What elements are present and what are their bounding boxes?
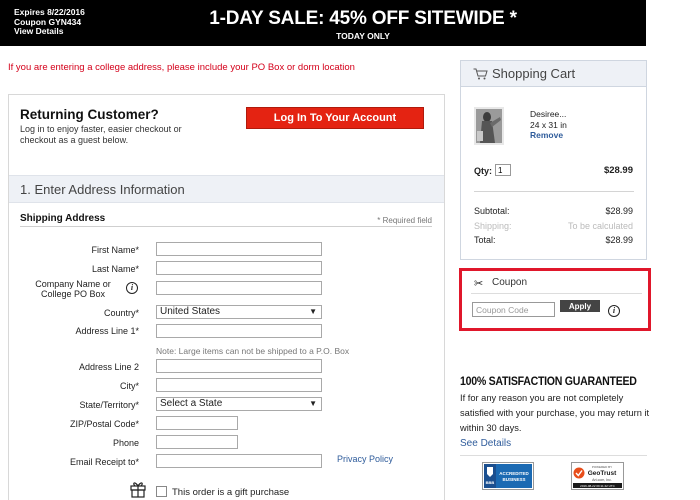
- cart-item-price: $28.99: [603, 165, 633, 176]
- address-line1-input[interactable]: [156, 324, 322, 338]
- guarantee-text: If for any reason you are not completely…: [460, 393, 650, 433]
- city-input[interactable]: [156, 378, 322, 392]
- shopping-cart-title: Shopping Cart: [492, 66, 576, 81]
- subtotal-label: Subtotal:: [474, 206, 510, 216]
- gift-checkbox[interactable]: [156, 486, 167, 497]
- college-address-note: If you are entering a college address, p…: [8, 62, 355, 73]
- country-label: Country*: [103, 308, 139, 318]
- chevron-down-icon: ▼: [309, 307, 317, 316]
- product-thumbnail[interactable]: [474, 107, 504, 145]
- geotrust-badge[interactable]: POWERED BY GeoTrust Art.com, Inc. 2016-0…: [571, 462, 624, 490]
- sale-subtitle: TODAY ONLY: [336, 31, 390, 41]
- last-name-label: Last Name*: [91, 264, 139, 274]
- state-selected-value: Select a State: [160, 398, 223, 409]
- address-section-header: 1. Enter Address Information: [9, 175, 444, 203]
- see-details-link[interactable]: See Details: [460, 438, 511, 449]
- cart-icon: [473, 68, 488, 80]
- remove-item-link[interactable]: Remove: [530, 130, 563, 140]
- info-icon[interactable]: i: [608, 305, 620, 317]
- address-section-title: 1. Enter Address Information: [20, 182, 185, 197]
- shipping-label: Shipping:: [474, 221, 512, 231]
- shopping-cart-header: Shopping Cart: [461, 61, 646, 87]
- returning-customer: Returning Customer? Log in to enjoy fast…: [20, 107, 190, 145]
- country-select[interactable]: United States ▼: [156, 305, 322, 319]
- state-select[interactable]: Select a State ▼: [156, 397, 322, 411]
- coupon-panel: ✂ Coupon Apply i: [459, 268, 651, 331]
- sale-title: 1-DAY SALE: 45% OFF SITEWIDE *: [209, 8, 517, 29]
- company-input[interactable]: [156, 281, 322, 295]
- login-button[interactable]: Log In To Your Account: [246, 107, 424, 129]
- bbb-line2: BUSINESS: [502, 477, 525, 482]
- zip-label: ZIP/Postal Code*: [69, 419, 139, 429]
- email-label: Email Receipt to*: [69, 457, 139, 467]
- shipping-address-heading: Shipping Address: [20, 213, 106, 224]
- returning-customer-title: Returning Customer?: [20, 107, 159, 122]
- returning-customer-text: Log in to enjoy faster, easier checkout …: [20, 124, 182, 145]
- quantity-label: Qty:: [474, 166, 492, 176]
- chevron-down-icon: ▼: [309, 399, 317, 408]
- first-name-input[interactable]: [156, 242, 322, 256]
- checkout-form-panel: Returning Customer? Log in to enjoy fast…: [8, 94, 445, 500]
- coupon-code-input[interactable]: [472, 302, 555, 317]
- address-line1-label: Address Line 1*: [75, 326, 139, 336]
- geotrust-site: Art.com, Inc.: [592, 478, 612, 482]
- company-label: Company Name or College PO Box: [35, 279, 111, 299]
- apply-coupon-button[interactable]: Apply: [560, 300, 600, 312]
- total-value: $28.99: [605, 235, 633, 245]
- coupon-title: Coupon: [492, 277, 528, 288]
- zip-input[interactable]: [156, 416, 238, 430]
- country-selected-value: United States: [160, 306, 221, 317]
- state-label: State/Territory*: [79, 400, 139, 410]
- bbb-accredited-badge[interactable]: BBB ACCREDITED BUSINESS: [482, 462, 534, 490]
- city-label: City*: [119, 381, 139, 391]
- shopping-cart-panel: Shopping Cart Desiree... 24 x 31 in Remo…: [460, 60, 647, 260]
- address-line2-label: Address Line 2: [78, 362, 139, 372]
- last-name-input[interactable]: [156, 261, 322, 275]
- privacy-policy-link[interactable]: Privacy Policy: [337, 454, 393, 464]
- cart-item-name: Desiree...: [530, 109, 567, 119]
- phone-input[interactable]: [156, 435, 238, 449]
- subtotal-value: $28.99: [605, 206, 633, 216]
- guarantee-title: 100% SATISFACTION GUARANTEED: [460, 376, 637, 388]
- gift-icon: [130, 482, 146, 498]
- scissors-icon: ✂: [474, 278, 484, 290]
- shipping-value: To be calculated: [567, 221, 633, 231]
- geotrust-top-text: POWERED BY: [592, 465, 612, 469]
- promo-banner: Expires 8/22/2016 Coupon GYN434 View Det…: [0, 0, 646, 46]
- divider: [20, 226, 432, 227]
- bbb-line1: ACCREDITED: [499, 471, 529, 476]
- quantity-input[interactable]: [495, 164, 511, 176]
- first-name-label: First Name*: [91, 245, 139, 255]
- po-box-note: Note: Large items can not be shipped to …: [156, 346, 350, 356]
- divider: [460, 455, 647, 456]
- required-field-note: * Required field: [377, 216, 432, 225]
- geotrust-date: 2016-08-22 09:11:42 UTC: [580, 484, 615, 488]
- total-label: Total:: [474, 235, 496, 245]
- geotrust-name: GeoTrust: [588, 470, 617, 477]
- phone-label: Phone: [112, 438, 139, 448]
- info-icon[interactable]: i: [126, 282, 138, 294]
- divider: [471, 293, 642, 294]
- email-input[interactable]: [156, 454, 322, 468]
- bbb-mark-text: BBB: [486, 480, 495, 485]
- gift-label: This order is a gift purchase: [172, 487, 290, 498]
- address-line2-input[interactable]: [156, 359, 322, 373]
- cart-item-size: 24 x 31 in: [530, 120, 567, 130]
- divider: [474, 191, 634, 192]
